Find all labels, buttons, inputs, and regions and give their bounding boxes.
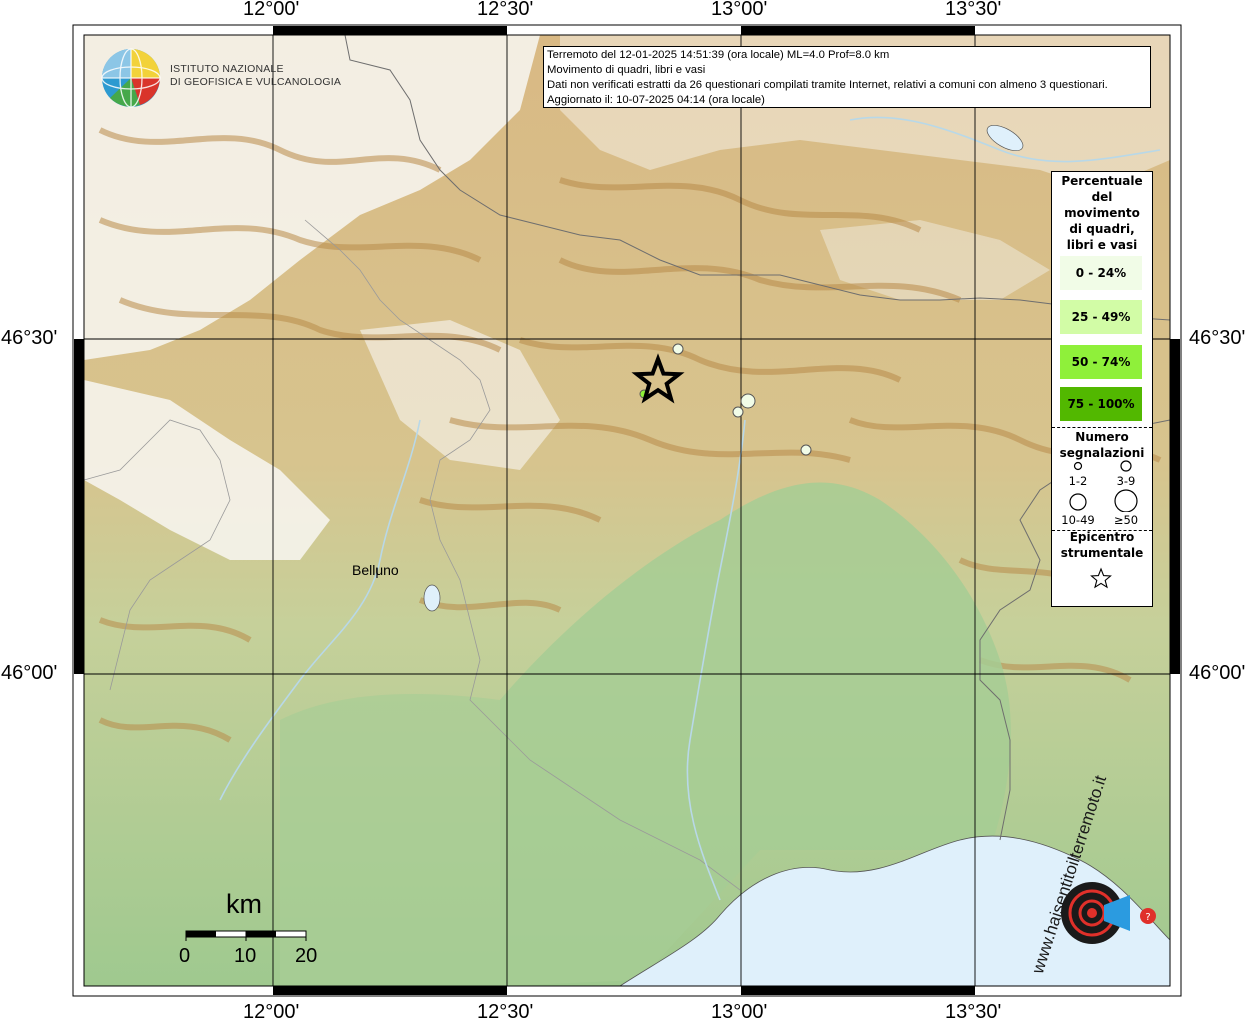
observation-circle bbox=[740, 393, 756, 409]
legend-title-3: movimento bbox=[1064, 206, 1140, 220]
ingv-logo-line2: DI GEOFISICA E VULCANOLOGIA bbox=[170, 76, 342, 88]
lat-label-right-2: 46°00' bbox=[1189, 662, 1246, 684]
event-info-line4: Aggiornato il: 10-07-2025 04:14 (ora loc… bbox=[547, 94, 765, 106]
ingv-logo-text: ISTITUTO NAZIONALE DI GEOFISICA E VULCAN… bbox=[170, 63, 341, 89]
legend-title-1: Percentuale bbox=[1061, 174, 1143, 188]
legend: Percentuale del movimento di quadri, lib… bbox=[1051, 171, 1153, 607]
legend-epicenter-title-1: Epicentro bbox=[1069, 530, 1135, 544]
lon-label-top-3: 13°00' bbox=[711, 0, 768, 20]
lon-label-bottom-1: 12°00' bbox=[243, 1001, 300, 1023]
ingv-logo-line1: ISTITUTO NAZIONALE bbox=[170, 63, 284, 75]
lon-label-bottom-3: 13°00' bbox=[711, 1001, 768, 1023]
event-info-line1: Terremoto del 12-01-2025 14:51:39 (ora l… bbox=[547, 49, 890, 61]
lat-label-right-1: 46°30' bbox=[1189, 327, 1246, 349]
legend-epicenter-title-2: strumentale bbox=[1060, 546, 1144, 560]
lake bbox=[423, 584, 441, 612]
legend-count-title-2: segnalazioni bbox=[1059, 446, 1145, 460]
lon-label-top-4: 13°30' bbox=[945, 0, 1002, 20]
legend-class-1: 25 - 49% bbox=[1060, 300, 1142, 334]
legend-divider bbox=[1052, 427, 1152, 428]
lon-label-bottom-4: 13°30' bbox=[945, 1001, 1002, 1023]
scale-unit: km bbox=[226, 889, 262, 919]
legend-count-label-3: 10-49 bbox=[1061, 513, 1095, 527]
observation-circle bbox=[732, 406, 744, 418]
legend-count-label-1: 1-2 bbox=[1068, 474, 1088, 488]
scale-label-0: 0 bbox=[179, 945, 191, 967]
event-info-line3: Dati non verificati estratti da 26 quest… bbox=[547, 79, 1108, 91]
plain-west bbox=[280, 694, 500, 986]
legend-title-5: libri e vasi bbox=[1066, 238, 1138, 252]
scale-label-10: 10 bbox=[234, 945, 257, 967]
event-info-line2: Movimento di quadri, libri e vasi bbox=[547, 64, 706, 76]
lat-label-left-1: 46°30' bbox=[1, 327, 58, 349]
legend-count-title-1: Numero bbox=[1075, 430, 1129, 444]
lon-label-top-2: 12°30' bbox=[477, 0, 534, 20]
legend-class-3: 75 - 100% bbox=[1060, 387, 1142, 421]
legend-count-label-4: ≥50 bbox=[1113, 513, 1139, 527]
observation-circle bbox=[800, 444, 812, 456]
scale-label-20: 20 bbox=[295, 945, 318, 967]
lon-label-bottom-2: 12°30' bbox=[477, 1001, 534, 1023]
observation-circle bbox=[672, 343, 684, 355]
city-label-belluno: Belluno bbox=[352, 562, 399, 578]
lat-label-left-2: 46°00' bbox=[1, 662, 58, 684]
legend-star-icon bbox=[1090, 567, 1112, 589]
legend-count-label-2: 3-9 bbox=[1116, 474, 1136, 488]
ingv-logo-icon bbox=[101, 48, 161, 108]
legend-title-4: di quadri, bbox=[1069, 222, 1135, 236]
event-info-box: Terremoto del 12-01-2025 14:51:39 (ora l… bbox=[543, 46, 1151, 108]
legend-title-2: del bbox=[1091, 190, 1113, 204]
svg-text:?: ? bbox=[1145, 912, 1150, 923]
lon-label-top-1: 12°00' bbox=[243, 0, 300, 20]
legend-class-0: 0 - 24% bbox=[1060, 256, 1142, 290]
legend-class-2: 50 - 74% bbox=[1060, 345, 1142, 379]
